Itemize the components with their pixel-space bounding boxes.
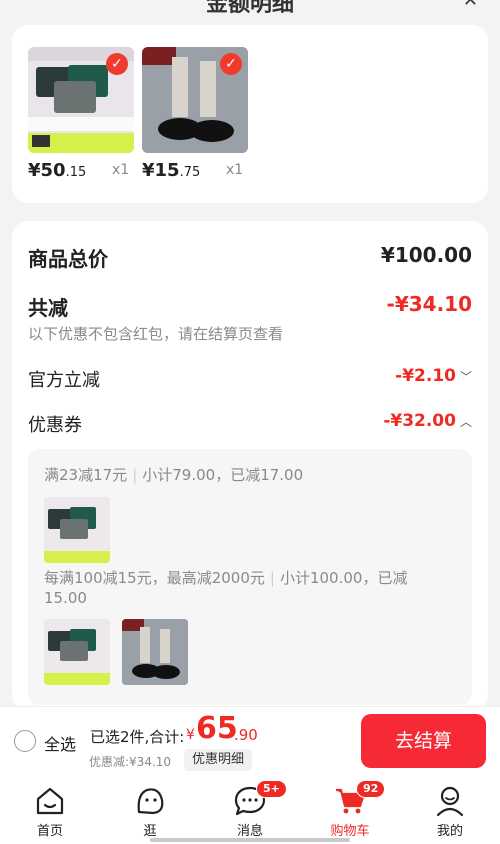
coupon-row[interactable]: 优惠券 -¥32.00 ︿ [28,411,472,437]
chevron-down-icon: ﹀ [459,370,472,384]
coupon-label: 优惠券 [28,415,82,436]
profile-icon [436,786,464,817]
sheet-header: 金额明细 ✕ [0,0,500,14]
bottom-tab-bar: 首页 逛 5+ 消息 92 购物车 我的 [0,776,500,844]
tab-messages[interactable]: 5+ 消息 [210,780,290,839]
coupon-detail-box: 满23减17元 | 小计79.00，已减17.00 每满100减15元，最高减200… [28,449,472,705]
product-price: ¥50.15 [28,160,87,181]
discount-detail-button[interactable]: 优惠明细 [184,749,253,771]
discount-amount: 优惠减:¥34.10 [89,755,172,769]
total-amount-dec: .90 [234,726,258,744]
product-price: ¥15.75 [142,160,201,181]
tab-label: 我的 [436,824,463,839]
official-discount-value: -¥2.10 ﹀ [395,366,472,386]
tab-label: 首页 [36,824,63,839]
selected-check-icon[interactable]: ✓ [106,53,128,75]
coupon-value: -¥32.00 ︿ [383,411,472,431]
total-amount-int: 65 [196,711,238,746]
coupon-1-line: 满23减17元 | 小计79.00，已减17.00 [44,466,304,484]
home-indicator [150,838,350,842]
select-all-label[interactable]: 全选 [44,731,76,755]
tab-label: 消息 [236,824,263,839]
browse-icon [137,788,164,815]
cart-badge: 92 [356,780,386,798]
price-breakdown-card: 商品总价 ¥100.00 共减 -¥34.10 以下优惠不包含红包，请在结算页查… [12,221,488,711]
tab-cart[interactable]: 92 购物车 [310,780,390,839]
coupon-1-product-thumb [44,497,110,563]
coupon-2-line: 每满100减15元，最高减2000元 | 小计100.00，已减 15.00 [44,569,408,607]
close-icon[interactable]: ✕ [463,0,478,11]
home-icon [36,787,64,815]
coupon-2-product-thumb-socks [122,619,188,685]
tab-browse[interactable]: 逛 [110,784,190,839]
tab-profile[interactable]: 我的 [410,784,490,839]
product-image-briefs[interactable]: ✓ [28,47,134,153]
total-reduce-label: 共减 [28,296,68,320]
checkout-bar: 全选 已选2件,合计: ¥ 65 .90 优惠减:¥34.10 优惠明细 去结算 [0,706,500,776]
total-price-row: 商品总价 ¥100.00 [28,243,472,272]
product-image-socks[interactable]: ✓ [142,47,248,153]
message-badge: 5+ [256,780,287,798]
checkout-button[interactable]: 去结算 [361,714,486,768]
selected-check-icon[interactable]: ✓ [220,53,242,75]
select-all-radio[interactable] [14,730,36,752]
discount-note: 以下优惠不包含红包，请在结算页查看 [28,325,284,343]
total-reduce-value: -¥34.10 [386,292,472,316]
sheet-title: 金额明细 [205,0,294,14]
total-price-label: 商品总价 [28,247,108,271]
coupon-2-detail-amount: 15.00 [44,589,87,607]
coupon-2-rule: 每满100减15元，最高减2000元 [44,569,265,587]
tab-label: 逛 [143,824,157,839]
chevron-up-icon: ︿ [459,415,472,429]
official-discount-label: 官方立减 [28,370,100,391]
coupon-2-detail: 小计100.00，已减 [279,569,408,587]
total-price-value: ¥100.00 [380,243,472,267]
total-currency: ¥ [186,727,195,743]
selected-summary: 已选2件,合计: [90,728,185,746]
coupon-1-detail: 小计79.00，已减17.00 [142,466,304,484]
tab-label: 购物车 [330,824,370,839]
total-reduce-row: 共减 -¥34.10 [28,292,472,321]
product-qty: x1 [226,162,244,178]
official-discount-row[interactable]: 官方立减 -¥2.10 ﹀ [28,366,472,392]
product-qty: x1 [112,162,130,178]
tab-home[interactable]: 首页 [10,784,90,839]
coupon-1-rule: 满23减17元 [44,466,128,484]
coupon-2-product-thumb-briefs [44,619,110,685]
selected-products-card: ✓ ✓ ¥50.15 x1 ¥15.75 x1 [12,25,488,203]
